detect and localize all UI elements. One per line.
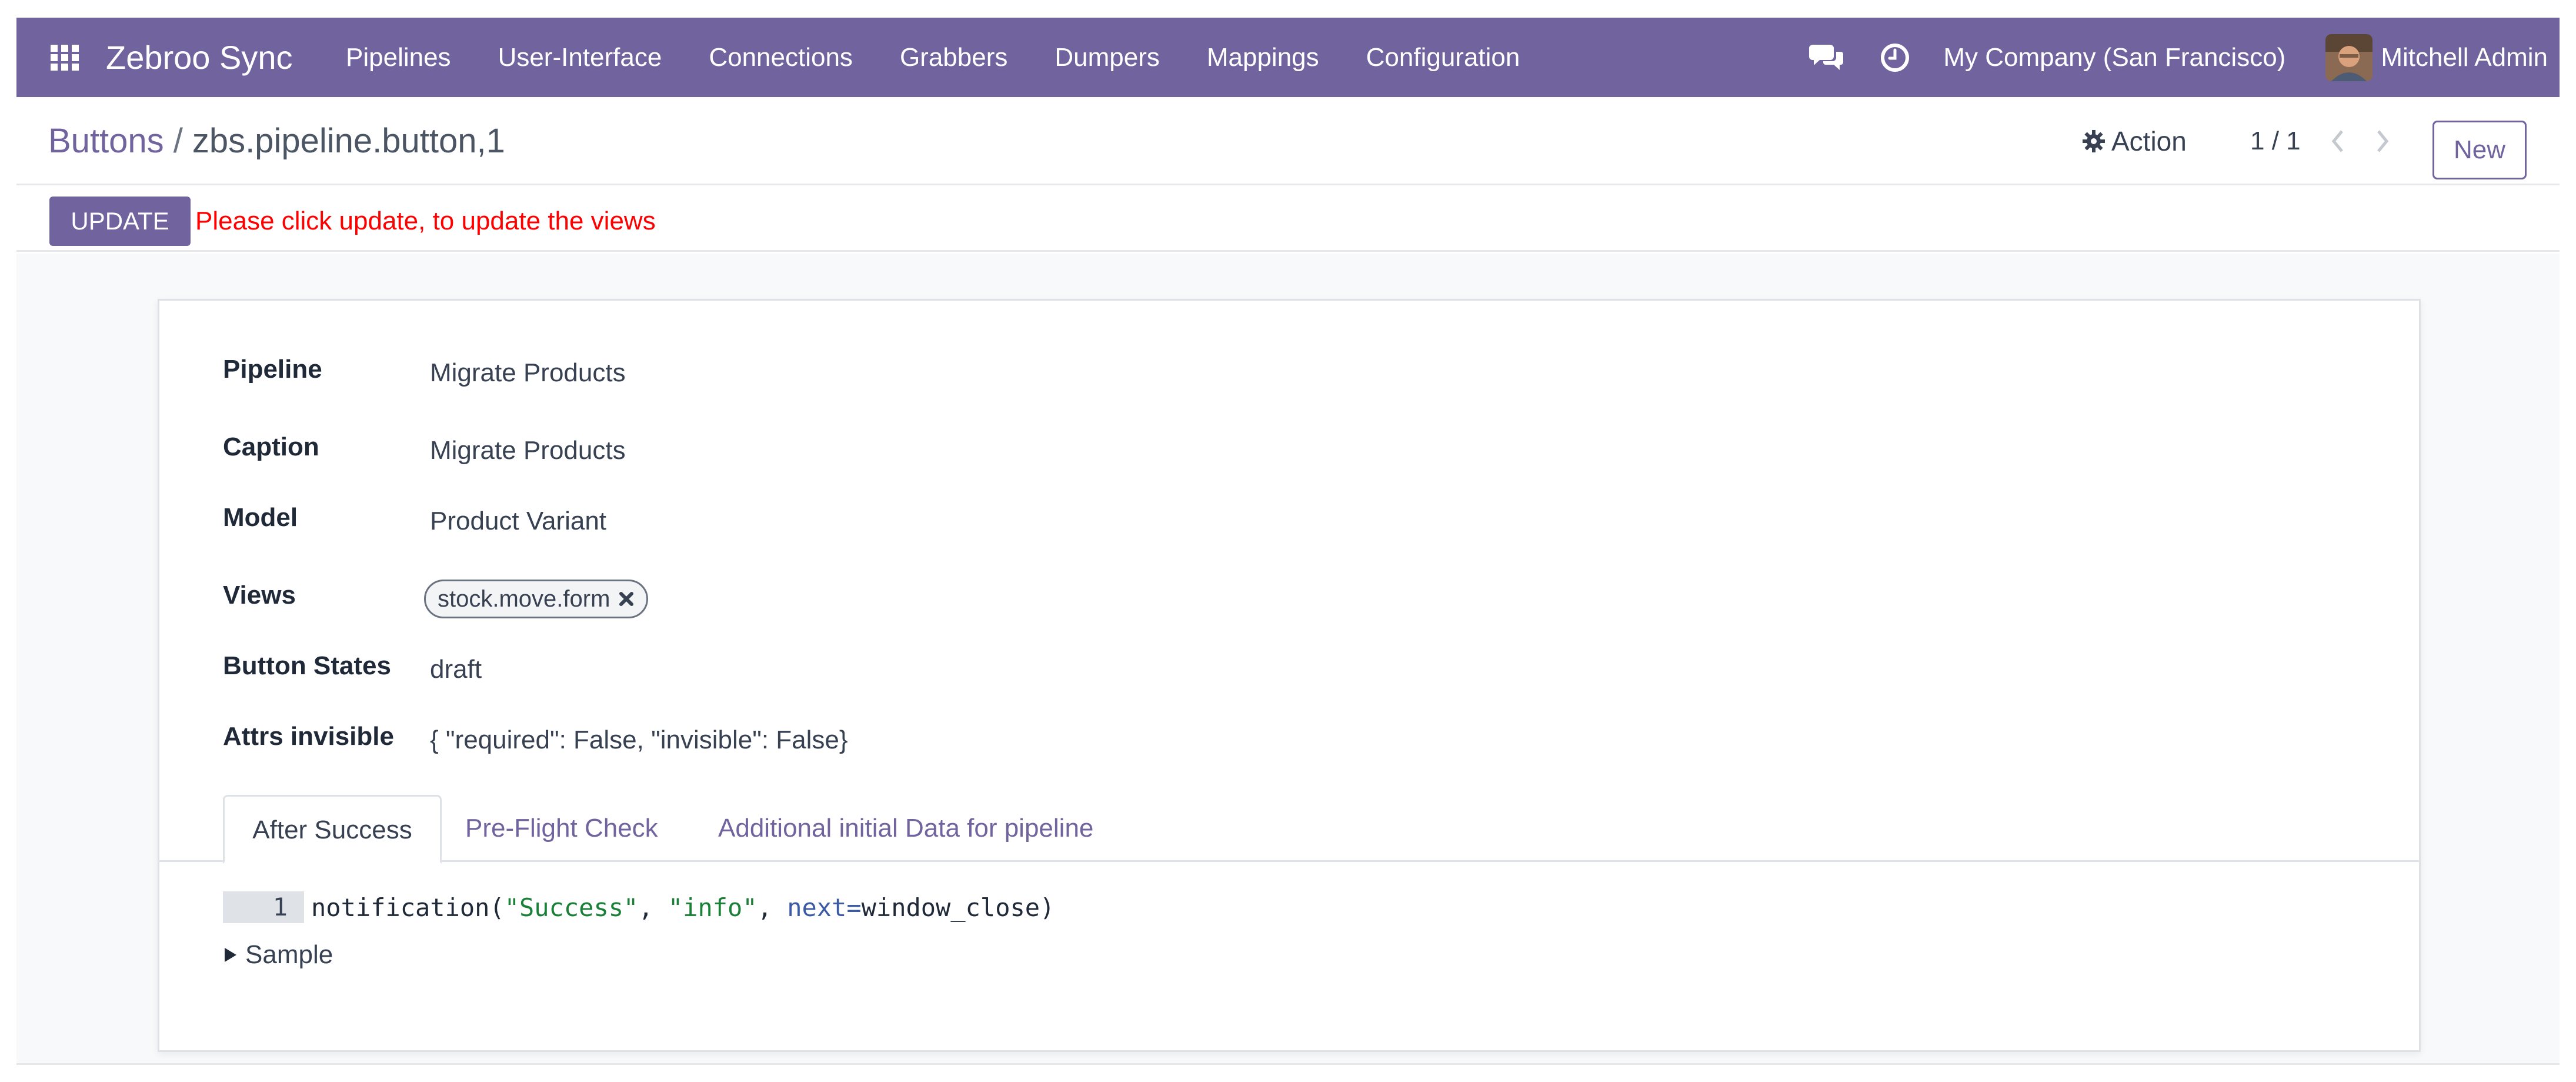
breadcrumb-current: zbs.pipeline.button,1 [192,122,505,160]
sample-label: Sample [245,940,333,969]
menu-item-mappings[interactable]: Mappings [1207,18,1319,97]
control-panel: Buttons / zbs.pipeline.button,1 Action 1… [16,97,2560,185]
user-avatar[interactable] [2325,34,2373,81]
user-menu-name[interactable]: Mitchell Admin [2381,43,2548,72]
clock-icon[interactable] [1880,42,1910,73]
button-states-label: Button States [223,651,391,680]
button-states-field[interactable]: draft [430,655,482,684]
attrs-invisible-label: Attrs invisible [223,722,394,751]
menu-item-pipelines[interactable]: Pipelines [346,18,451,97]
main-menu: Pipelines User-Interface Connections Gra… [346,18,1567,97]
breadcrumb: Buttons / zbs.pipeline.button,1 [48,97,505,185]
code-token-value: window_close) [861,893,1055,922]
code-token-string: "info" [668,893,758,922]
pipeline-field[interactable]: Migrate Products [430,358,626,388]
code-token-function: notification( [311,893,505,922]
views-tag[interactable]: stock.move.form [424,580,649,618]
line-number: 1 [223,891,304,923]
caption-field[interactable]: Migrate Products [430,436,626,465]
top-navbar: Zebroo Sync Pipelines User-Interface Con… [16,18,2560,97]
menu-item-configuration[interactable]: Configuration [1366,18,1520,97]
tab-after-success[interactable]: After Success [223,795,442,864]
notebook-tabs: After Success Pre-Flight Check Additiona… [159,795,2419,864]
chevron-left-icon[interactable] [2327,126,2350,156]
form-statusbar: UPDATE Please click update, to update th… [16,187,2560,252]
action-menu-button[interactable]: Action [2082,123,2187,159]
tab-additional-initial-data[interactable]: Additional initial Data for pipeline [718,795,1093,862]
breadcrumb-parent-link[interactable]: Buttons [48,122,164,160]
action-label: Action [2111,126,2187,157]
model-label: Model [223,503,298,532]
code-token-string: "Success" [504,893,639,922]
company-switcher[interactable]: My Company (San Francisco) [1943,43,2285,72]
sample-toggle[interactable]: Sample [223,937,333,973]
pager-value[interactable]: 1 / 1 [2250,123,2301,159]
caret-right-icon [225,948,236,962]
breadcrumb-separator: / [173,122,183,160]
pipeline-label: Pipeline [223,355,322,384]
update-warning-message: Please click update, to update the views [195,207,656,235]
code-editor-line[interactable]: 1 notification( "Success" , "info" , nex… [223,891,1055,923]
chat-icon[interactable] [1809,42,1844,73]
caption-label: Caption [223,432,319,461]
app-brand[interactable]: Zebroo Sync [106,18,293,97]
update-button[interactable]: UPDATE [49,197,191,246]
code-token-keyword: next= [787,893,862,922]
remove-tag-icon[interactable] [618,591,635,607]
code-token-separator: , [638,893,668,922]
menu-item-dumpers[interactable]: Dumpers [1055,18,1160,97]
views-label: Views [223,581,296,610]
menu-item-grabbers[interactable]: Grabbers [900,18,1007,97]
menu-item-user-interface[interactable]: User-Interface [498,18,662,97]
apps-grid-icon[interactable] [51,45,79,71]
gear-icon [2083,130,2105,152]
code-token-separator: , [757,893,788,922]
model-field[interactable]: Product Variant [430,507,606,536]
attrs-invisible-field[interactable]: { "required": False, "invisible": False} [430,725,848,755]
views-tag-label: stock.move.form [438,585,610,612]
new-record-button[interactable]: New [2432,121,2527,179]
menu-item-connections[interactable]: Connections [709,18,853,97]
form-sheet: Pipeline Migrate Products Caption Migrat… [158,299,2421,1052]
app-frame: Zebroo Sync Pipelines User-Interface Con… [16,18,2560,1065]
chevron-right-icon[interactable] [2370,126,2394,156]
tab-pre-flight-check[interactable]: Pre-Flight Check [465,795,658,862]
navbar-systray: My Company (San Francisco) Mitchell Admi… [1809,18,2548,97]
